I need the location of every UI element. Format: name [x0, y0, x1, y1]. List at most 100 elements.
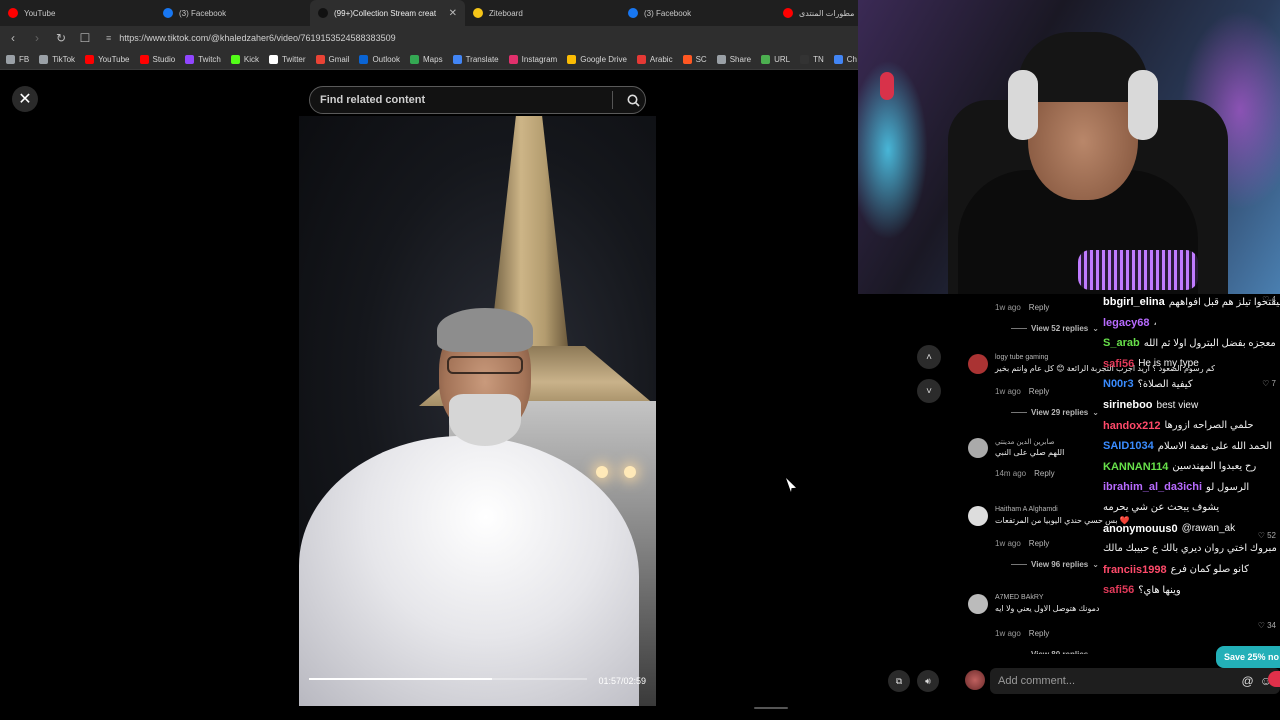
- browser-tab[interactable]: (3) Facebook: [155, 0, 310, 26]
- comment-time: 1w ago: [995, 387, 1021, 396]
- bookmark-item[interactable]: Outlook: [359, 55, 400, 64]
- bookmark-item[interactable]: TikTok: [39, 55, 75, 64]
- forward-icon[interactable]: ›: [30, 31, 44, 45]
- bookmark-item[interactable]: Maps: [410, 55, 443, 64]
- folder-icon: [6, 55, 15, 64]
- chat-message: anonymouus0 @rawan_ak: [1103, 523, 1235, 535]
- horizontal-scrollbar[interactable]: [754, 707, 788, 709]
- bookmark-item[interactable]: Arabic: [636, 55, 673, 64]
- facebook-icon: [163, 8, 173, 18]
- video-player[interactable]: 01:57/02:59: [299, 116, 656, 706]
- back-icon[interactable]: ‹: [6, 31, 20, 45]
- like-count[interactable]: ♡ 34: [1258, 621, 1276, 630]
- video-progress-bar[interactable]: [309, 678, 587, 680]
- video-timecode: 01:57/02:59: [598, 676, 646, 686]
- person-beard: [449, 394, 521, 446]
- chat-message: safi56 وينها هاي؟: [1103, 584, 1181, 596]
- close-icon: ✕: [18, 91, 32, 108]
- bookmark-item[interactable]: Ch: [833, 55, 857, 64]
- search-divider: [612, 91, 613, 109]
- translate-icon: [452, 55, 462, 64]
- picture-in-picture-button[interactable]: ⧉: [888, 670, 910, 692]
- bookmark-item[interactable]: Kick: [230, 55, 259, 64]
- facebook-icon: [628, 8, 638, 18]
- chat-username: S_arab: [1103, 337, 1140, 350]
- chat-message: SAID1034 الحمد الله على نعمة الاسلام: [1103, 440, 1272, 452]
- bookmark-label: TikTok: [52, 55, 76, 64]
- reply-button[interactable]: Reply: [1029, 539, 1049, 548]
- bookmark-item[interactable]: TN: [800, 55, 824, 64]
- view-replies-button[interactable]: View 52 replies ⌄: [1011, 324, 1099, 333]
- browser-tab[interactable]: (99+)Collection Stream creat ✕: [310, 0, 465, 26]
- bookmark-item[interactable]: URL: [761, 55, 790, 64]
- avatar[interactable]: [968, 354, 988, 374]
- view-replies-button[interactable]: View 29 replies ⌄: [1011, 408, 1099, 417]
- webcam-overlay: [858, 0, 1280, 294]
- bookmark-item[interactable]: SC: [682, 55, 707, 64]
- site-settings-icon[interactable]: ≡: [106, 33, 111, 43]
- volume-button[interactable]: 🔊︎: [917, 670, 939, 692]
- youtube-icon: [8, 8, 18, 18]
- close-tab-icon[interactable]: ✕: [449, 8, 457, 19]
- previous-video-button[interactable]: ˄: [917, 345, 941, 369]
- comment-username[interactable]: Haitham A Alghamdi: [995, 506, 1058, 513]
- chat-text: مبروك اختي روان ديري بالك ع حبيبك مالك: [1103, 543, 1277, 555]
- bookmark-item[interactable]: Gmail: [315, 55, 349, 64]
- bookmark-item[interactable]: Twitter: [268, 55, 306, 64]
- related-search-box: [309, 86, 646, 114]
- post-comment-button[interactable]: [1268, 671, 1280, 687]
- next-video-button[interactable]: ˅: [917, 379, 941, 403]
- kick-icon: [230, 55, 240, 64]
- chat-username: sirineboo: [1103, 399, 1153, 411]
- comment-username[interactable]: صابرين الدين مدينتي: [995, 438, 1055, 446]
- reply-button[interactable]: Reply: [1029, 629, 1049, 638]
- browser-tab[interactable]: (3) Facebook: [620, 0, 775, 26]
- bookmark-item[interactable]: Translate: [452, 55, 499, 64]
- search-input[interactable]: [320, 94, 612, 106]
- avatar[interactable]: [968, 594, 988, 614]
- bookmark-item[interactable]: Studio: [139, 55, 175, 64]
- reply-button[interactable]: Reply: [1029, 387, 1049, 396]
- bookmark-icon[interactable]: ☐: [78, 31, 92, 45]
- avatar[interactable]: [968, 506, 988, 526]
- browser-tab[interactable]: Ziteboard: [465, 0, 620, 26]
- chat-text: يشوف يبحث عن شي يحرمه: [1103, 502, 1220, 513]
- close-button[interactable]: ✕: [12, 86, 38, 112]
- avatar: [965, 670, 985, 690]
- bookmark-label: Arabic: [649, 55, 673, 64]
- bookmark-item[interactable]: Share: [716, 55, 751, 64]
- pip-icon: ⧉: [895, 675, 903, 686]
- chat-text: وينها هاي؟: [1138, 584, 1181, 596]
- comment-input[interactable]: [998, 675, 1236, 687]
- avatar[interactable]: [968, 438, 988, 458]
- browser-tab[interactable]: YouTube: [0, 0, 155, 26]
- chat-username: SAID1034: [1103, 440, 1154, 453]
- comment-username[interactable]: A7MED BAkRY: [995, 594, 1044, 601]
- address-bar[interactable]: ≡ https://www.tiktok.com/@khaledzaher6/v…: [106, 33, 396, 43]
- bookmark-label: Google Drive: [580, 55, 627, 64]
- reload-icon[interactable]: ↻: [54, 31, 68, 45]
- view-replies-label: View 29 replies: [1031, 408, 1089, 417]
- bookmark-label: Instagram: [521, 55, 558, 64]
- view-replies-button[interactable]: View 96 replies ⌄: [1011, 560, 1099, 569]
- chat-username: ibrahim_al_da3ichi: [1103, 481, 1203, 494]
- bookmark-item[interactable]: Instagram: [508, 55, 558, 64]
- chevron-down-icon: ⌄: [1092, 408, 1099, 417]
- chat-username: N00r3: [1103, 378, 1134, 391]
- bookmark-item[interactable]: Google Drive: [567, 55, 627, 64]
- search-icon[interactable]: [621, 94, 645, 107]
- mention-icon[interactable]: @: [1242, 674, 1254, 688]
- comment-username[interactable]: logy tube gaming: [995, 354, 1048, 361]
- reply-button[interactable]: Reply: [1034, 469, 1054, 478]
- bookmark-item[interactable]: Twitch: [185, 55, 221, 64]
- save-promo-badge[interactable]: Save 25% no: [1216, 646, 1280, 668]
- sc-icon: [682, 55, 692, 64]
- comment-time: 1w ago: [995, 629, 1021, 638]
- view-replies-button[interactable]: View 80 replies ⌄: [1011, 650, 1099, 654]
- chat-message: يشوف يبحث عن شي يحرمه: [1103, 502, 1219, 513]
- replies-divider: [1011, 328, 1027, 329]
- bookmark-item[interactable]: FB: [6, 55, 29, 64]
- chat-message: S_arab معجزه بفضل البترول اولا ثم الله: [1103, 337, 1276, 349]
- bookmark-item[interactable]: YouTube: [85, 55, 130, 64]
- reply-button[interactable]: Reply: [1029, 303, 1049, 312]
